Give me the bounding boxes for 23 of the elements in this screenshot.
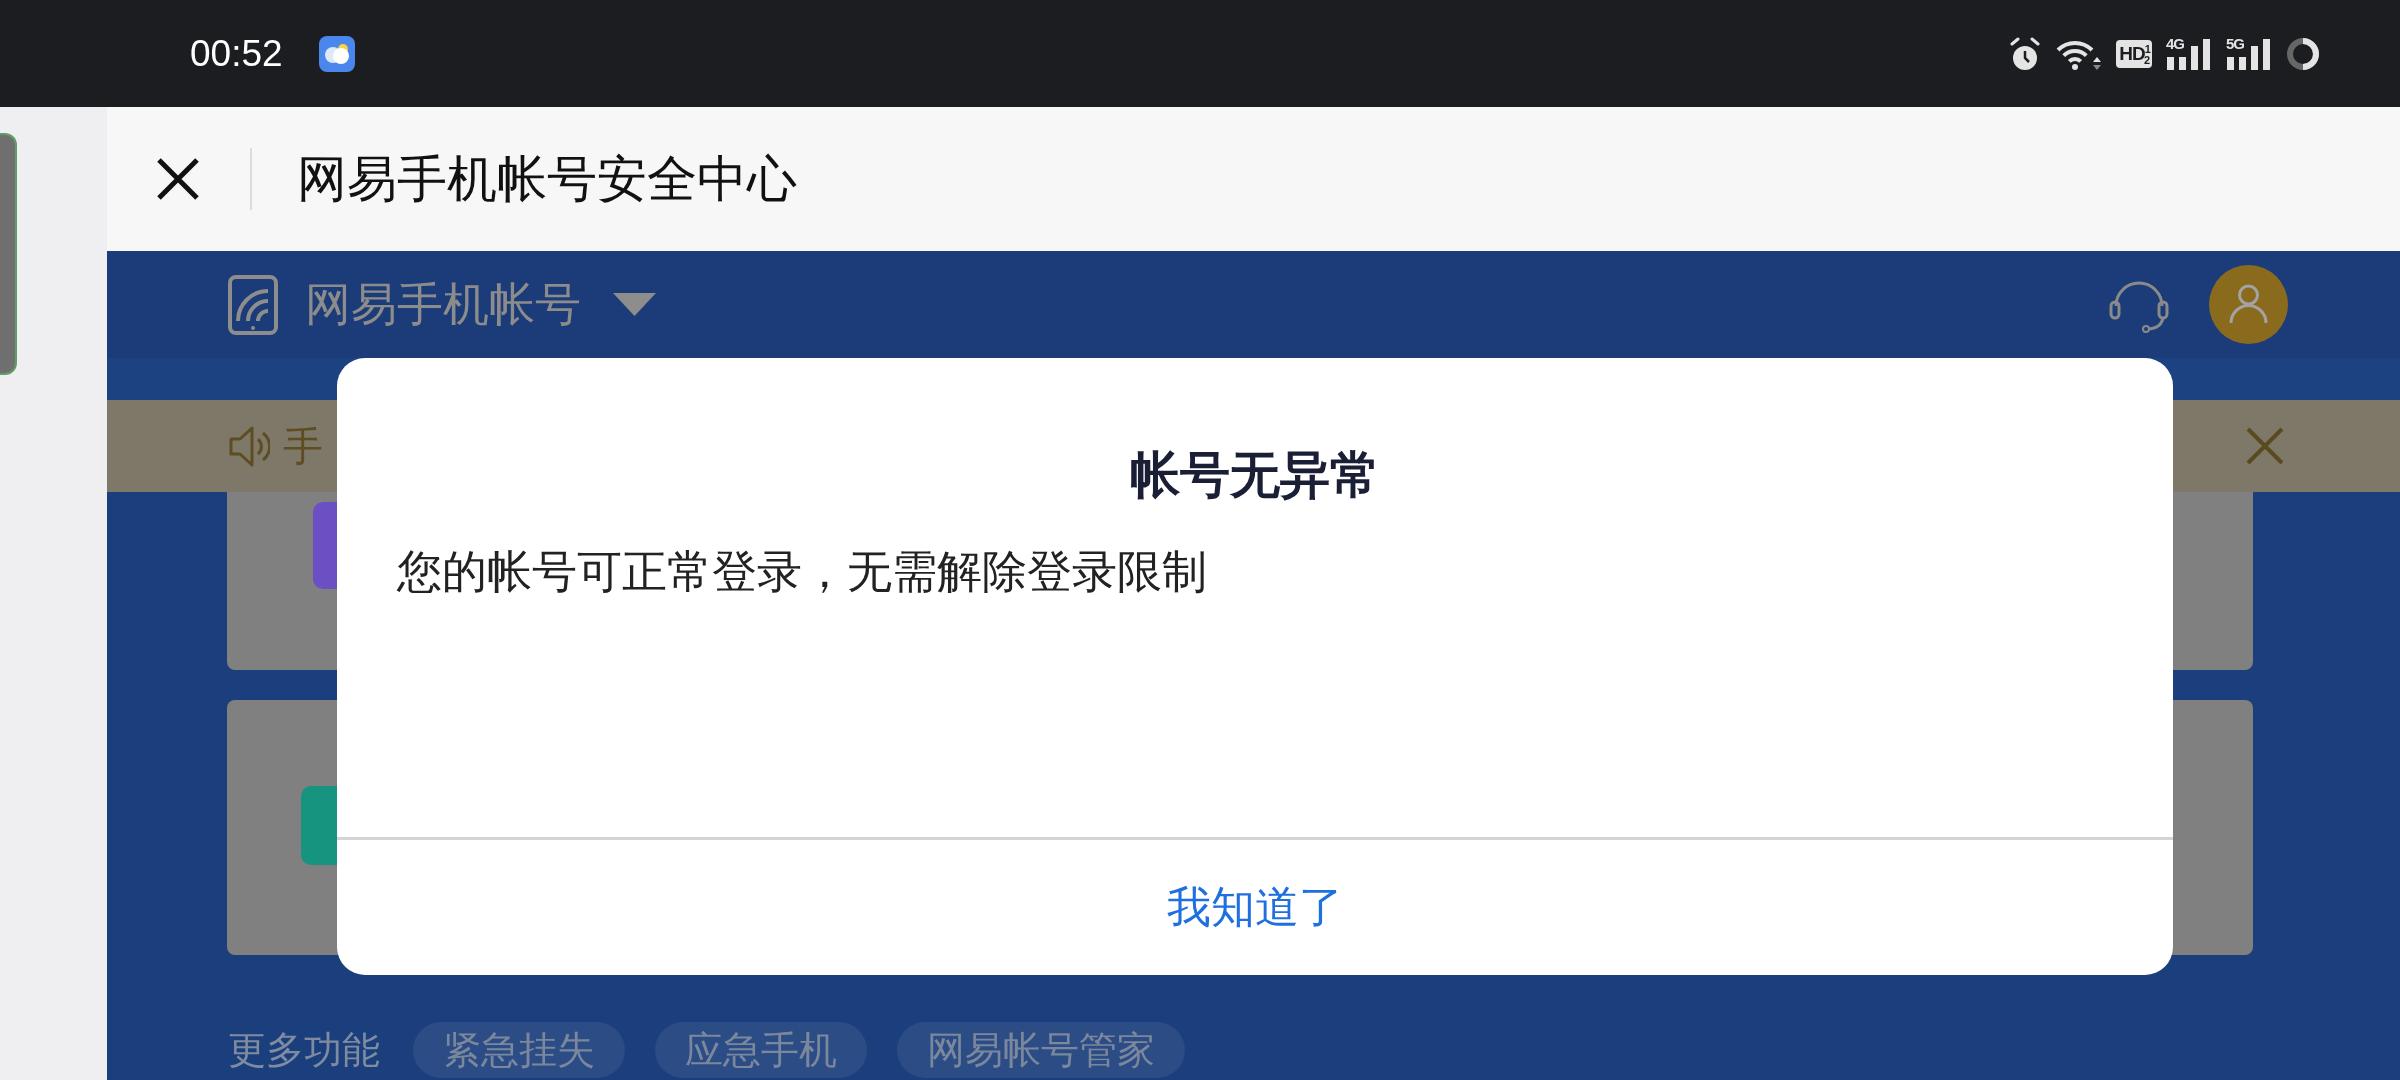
alarm-clock-icon xyxy=(2009,36,2042,71)
close-icon[interactable] xyxy=(2245,426,2285,466)
dialog-title: 帐号无异常 xyxy=(1130,446,1380,505)
close-icon xyxy=(155,156,201,202)
page-title: 网易手机帐号安全中心 xyxy=(297,149,797,209)
cloud-app-icon xyxy=(318,35,355,72)
status-time: 00:52 xyxy=(190,32,283,75)
avatar-icon[interactable] xyxy=(2209,265,2288,344)
signal-bars-icon xyxy=(2166,37,2212,70)
notice-text: 手 xyxy=(283,422,323,470)
more-functions-label: 更多功能 xyxy=(228,1027,380,1073)
dialog-message: 您的帐号可正常登录，无需解除登录限制 xyxy=(397,545,1207,599)
account-dropdown[interactable]: 网易手机帐号 xyxy=(305,273,656,336)
confirm-button[interactable]: 我知道了 xyxy=(337,840,2173,975)
close-button[interactable] xyxy=(155,156,201,202)
function-chip[interactable]: 紧急挂失 xyxy=(413,1022,625,1078)
signal-bars-icon xyxy=(2226,37,2272,70)
function-chip[interactable]: 应急手机 xyxy=(655,1022,867,1078)
ring-icon xyxy=(2286,36,2320,71)
function-chip[interactable]: 网易帐号管家 xyxy=(897,1022,1185,1078)
caret-icon xyxy=(613,293,656,316)
logo-icon xyxy=(228,274,278,335)
side-handle[interactable] xyxy=(0,133,17,375)
